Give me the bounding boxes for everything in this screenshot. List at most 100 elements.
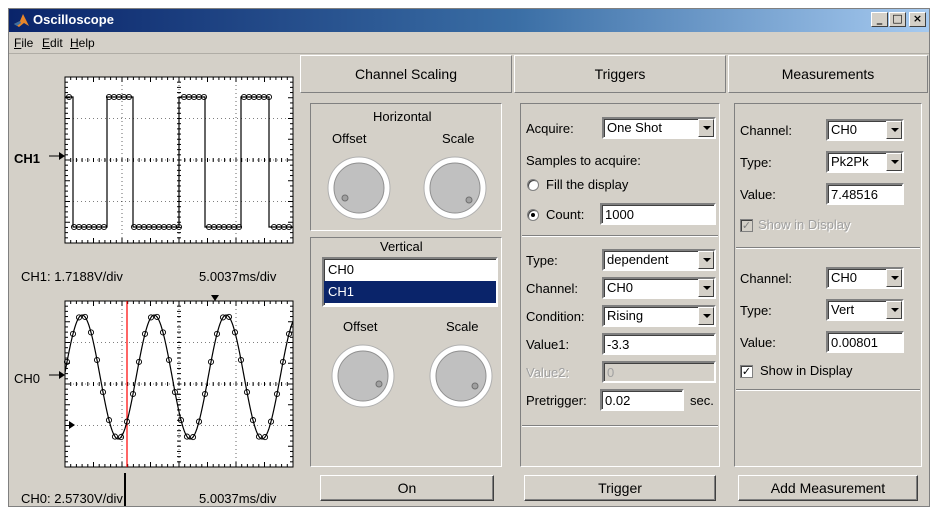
m2-channel-label: Channel: [740,271,793,286]
dropdown-arrow-icon[interactable] [698,251,714,269]
acquire-select[interactable]: One Shot [602,117,716,139]
vertical-offset-label: Offset [343,319,378,334]
m2-type-value: Vert [831,302,855,317]
scope-display: CH1 CH1: 1.7188V/div 5.0037ms/div CH0 CH… [9,55,299,506]
value1-label: Value1: [526,337,570,352]
channel-list-item-selected[interactable]: CH1 [324,281,496,303]
condition-value: Rising [607,308,644,323]
trigger-position-arrow-icon [211,295,219,301]
horizontal-offset-label: Offset [332,131,367,146]
menu-help[interactable]: Help [70,36,95,50]
trigger-channel-select[interactable]: CH0 [602,277,716,299]
dropdown-arrow-icon[interactable] [698,119,714,137]
knob-indicator-icon [375,380,383,388]
triggers-separator [522,235,718,237]
dropdown-arrow-icon[interactable] [698,307,714,325]
trigger-type-select[interactable]: dependent [602,249,716,271]
condition-label: Condition: [526,309,585,324]
m2-channel-value: CH0 [831,270,858,285]
vertical-scale-knob[interactable] [428,343,494,409]
dropdown-arrow-icon[interactable] [886,153,902,171]
menu-edit[interactable]: Edit [42,36,63,50]
matlab-logo-icon [14,14,29,27]
trigger-channel-label: Channel: [526,281,579,296]
m1-channel-label: Channel: [740,123,793,138]
m2-type-label: Type: [740,303,772,318]
triggers-panel: Acquire: One Shot Samples to acquire: Fi… [514,95,726,506]
menu-bar: File Edit Help [9,32,929,54]
dropdown-arrow-icon[interactable] [698,279,714,297]
value2-input [602,361,716,383]
m1-channel-select[interactable]: CH0 [826,119,904,141]
m1-type-label: Type: [740,155,772,170]
channel-scaling-panel: Horizontal Offset Scale Vertical CH0 CH1… [300,95,512,506]
channel-list-item[interactable]: CH0 [324,259,496,281]
title-bar[interactable]: Oscilloscope _ □ × [9,9,929,32]
trigger-type-label: Type: [526,253,558,268]
trigger-button[interactable]: Trigger [524,475,716,501]
knob-indicator-icon [341,194,349,202]
acquire-value: One Shot [607,120,662,135]
m1-value-label: Value: [740,187,776,202]
ch1-name: CH1 [14,151,41,166]
m1-show-checkbox: ✓ [740,219,753,232]
menu-file[interactable]: File [14,36,33,50]
value1-input[interactable] [602,333,716,355]
m1-type-select[interactable]: Pk2Pk [826,151,904,173]
pretrigger-unit: sec. [690,393,714,408]
tab-triggers[interactable]: Triggers [514,55,726,93]
window-title: Oscilloscope [33,12,114,27]
add-measurement-button[interactable]: Add Measurement [738,475,918,501]
count-radio[interactable] [527,209,539,221]
m1-show-label: Show in Display [758,217,851,232]
m2-show-checkbox[interactable]: ✓ [740,365,753,378]
acquire-label: Acquire: [526,121,574,136]
knob-indicator-icon [471,382,479,390]
horizontal-scale-label: Scale [442,131,475,146]
m2-value-label: Value: [740,335,776,350]
tab-measurements[interactable]: Measurements [728,55,928,93]
knob-indicator-icon [465,196,473,204]
fill-display-label: Fill the display [546,177,629,192]
trigger-channel-value: CH0 [607,280,634,295]
fill-display-radio[interactable] [527,179,539,191]
pretrigger-label: Pretrigger: [526,393,587,408]
value2-label: Value2: [526,365,570,380]
horizontal-scale-knob[interactable] [422,155,488,221]
dropdown-arrow-icon[interactable] [886,269,902,287]
measurements-panel: Channel: CH0 Type: Pk2Pk Value: ✓ Show i… [728,95,928,506]
measurements-separator [736,247,920,249]
channel-listbox[interactable]: CH0 CH1 [322,257,498,307]
ch1-scale-label: CH1: 1.7188V/div [21,269,123,284]
m2-channel-select[interactable]: CH0 [826,267,904,289]
m1-type-value: Pk2Pk [831,154,869,169]
vertical-offset-knob[interactable] [330,343,396,409]
ch0-name: CH0 [14,371,41,386]
m2-value-field[interactable] [826,331,904,353]
condition-select[interactable]: Rising [602,305,716,327]
count-label: Count: [546,207,585,222]
pretrigger-input[interactable] [600,389,684,411]
trigger-type-value: dependent [607,252,669,267]
close-button[interactable]: × [909,12,926,27]
m1-channel-value: CH0 [831,122,858,137]
triggers-separator-bottom [522,425,718,427]
tab-channel-scaling[interactable]: Channel Scaling [300,55,512,93]
maximize-button[interactable]: □ [889,12,906,27]
dropdown-arrow-icon[interactable] [886,301,902,319]
dropdown-arrow-icon[interactable] [886,121,902,139]
vertical-title: Vertical [380,239,423,254]
minimize-button[interactable]: _ [871,12,888,27]
horizontal-offset-knob[interactable] [326,155,392,221]
count-input[interactable] [600,203,716,225]
channel-on-button[interactable]: On [320,475,494,501]
samples-label: Samples to acquire: [526,153,641,168]
horizontal-title: Horizontal [373,109,432,124]
ch1-time-label: 5.0037ms/div [199,269,277,284]
ch0-scale-label: CH0: 2.5730V/div [21,491,123,506]
measurements-separator-bottom [736,389,920,391]
m1-value-field[interactable] [826,183,904,205]
vertical-scale-label: Scale [446,319,479,334]
ch0-time-label: 5.0037ms/div [199,491,277,506]
m2-type-select[interactable]: Vert [826,299,904,321]
